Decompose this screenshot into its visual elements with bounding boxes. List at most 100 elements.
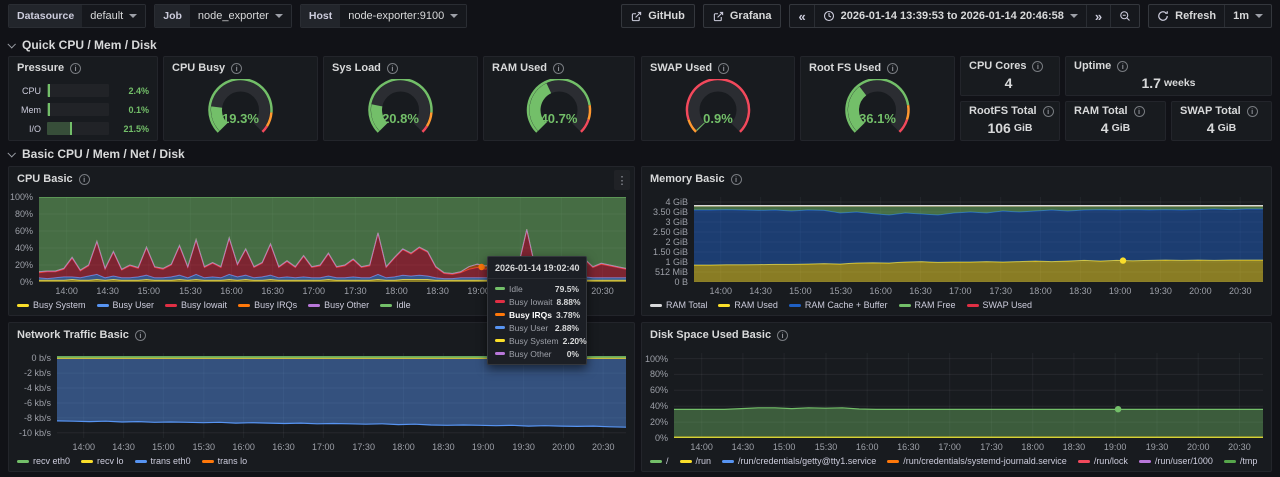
chevron-down-icon (7, 40, 15, 48)
panel-cpu-cores: CPU Coresi 4 (960, 56, 1060, 96)
x-axis-tick-label: 15:30 (821, 286, 861, 296)
legend-item[interactable]: RAM Used (718, 300, 778, 310)
legend-item[interactable]: RAM Cache + Buffer (789, 300, 888, 310)
legend-label: RAM Free (915, 300, 956, 310)
chevron-down-icon (1070, 14, 1078, 18)
variable-value-dropdown[interactable]: default (82, 5, 145, 27)
info-icon[interactable]: i (79, 174, 90, 185)
refresh-interval-dropdown[interactable]: 1m (1224, 5, 1271, 27)
legend-item[interactable]: RAM Total (650, 300, 707, 310)
pressure-row: Mem0.1% (13, 100, 149, 119)
legend-item[interactable]: Busy User (97, 300, 155, 310)
info-icon[interactable]: i (777, 330, 788, 341)
info-icon[interactable]: i (387, 63, 398, 74)
refresh-group: Refresh 1m (1148, 4, 1272, 28)
y-axis-tick-label: 60% (642, 385, 668, 395)
refresh-button[interactable]: Refresh (1149, 5, 1224, 27)
legend-item[interactable]: RAM Free (899, 300, 956, 310)
gauge-graphic: 0.9% (642, 79, 794, 140)
legend-label: trans eth0 (151, 456, 191, 466)
chart-legend: / /run/run/credentials/getty@tty1.service… (650, 456, 1267, 466)
legend-item[interactable]: /run/credentials/systemd-journald.servic… (887, 456, 1067, 466)
info-icon[interactable]: i (553, 63, 564, 74)
github-link-button[interactable]: GitHub (621, 4, 695, 28)
info-icon[interactable]: i (1134, 106, 1145, 117)
legend-label: Busy IRQs (254, 300, 297, 310)
info-icon[interactable]: i (70, 63, 81, 74)
tooltip-series-label: Busy System (509, 336, 559, 346)
legend-swatch (1078, 460, 1090, 463)
dashboard-topbar: Datasource default Job node_exporter Hos… (0, 0, 1280, 32)
chart-plot[interactable] (674, 353, 1263, 438)
legend-item[interactable]: Idle (380, 300, 411, 310)
legend-item[interactable]: trans eth0 (135, 456, 191, 466)
legend-item[interactable]: SWAP Used (967, 300, 1033, 310)
info-icon[interactable]: i (1117, 61, 1128, 72)
info-icon[interactable]: i (135, 330, 146, 341)
panel-menu-icon[interactable]: ⋮ (614, 170, 630, 190)
legend-item[interactable]: Busy Iowait (165, 300, 227, 310)
x-axis-tick-label: 14:00 (64, 442, 104, 452)
legend-item[interactable]: Busy IRQs (238, 300, 297, 310)
legend-item[interactable]: /tmp (1224, 456, 1258, 466)
time-shift-back-button[interactable]: « (790, 5, 813, 27)
x-axis-tick-label: 14:30 (723, 442, 763, 452)
info-icon[interactable]: i (1247, 106, 1258, 117)
tooltip-series-swatch (495, 326, 505, 329)
legend-item[interactable]: trans lo (202, 456, 248, 466)
x-axis-tick-label: 14:00 (47, 286, 87, 296)
external-link-icon (631, 11, 642, 22)
svg-text:20.8%: 20.8% (382, 111, 419, 126)
chart-hover-tooltip: 2026-01-14 19:02:40 Idle79.5%Busy Iowait… (487, 256, 587, 365)
variable-value-dropdown[interactable]: node-exporter:9100 (340, 5, 466, 27)
time-shift-forward-button[interactable]: » (1086, 5, 1110, 27)
variable-datasource[interactable]: Datasource default (8, 4, 146, 28)
variable-job[interactable]: Job node_exporter (154, 4, 292, 28)
legend-item[interactable]: recv lo (81, 456, 124, 466)
x-axis-tick-label: 18:30 (1060, 286, 1100, 296)
info-icon[interactable]: i (718, 63, 729, 74)
x-axis-tick-label: 18:30 (1054, 442, 1094, 452)
legend-item[interactable]: recv eth0 (17, 456, 70, 466)
panel-pressure: Pressure i CPU2.4%Mem0.1%I/O21.5% (8, 56, 158, 141)
zoom-out-time-button[interactable] (1110, 5, 1139, 27)
tooltip-series-label: Busy IRQs (509, 310, 552, 320)
legend-swatch (680, 460, 692, 463)
time-range-text: 2026-01-14 13:39:53 to 2026-01-14 20:46:… (841, 10, 1064, 22)
grafana-link-button[interactable]: Grafana (703, 4, 782, 28)
y-axis-tick-label: 20% (642, 417, 668, 427)
legend-item[interactable]: Busy System (17, 300, 86, 310)
legend-item[interactable]: /run/credentials/getty@tty1.service (722, 456, 876, 466)
y-axis-tick-label: 80% (9, 209, 33, 219)
info-icon[interactable]: i (731, 174, 742, 185)
stat-value: 4 (1207, 120, 1215, 136)
gauge-graphic: 40.7% (484, 79, 634, 140)
legend-swatch (789, 304, 801, 307)
time-range-picker[interactable]: 2026-01-14 13:39:53 to 2026-01-14 20:46:… (814, 5, 1086, 27)
info-icon[interactable]: i (1032, 61, 1043, 72)
legend-item[interactable]: /run (680, 456, 712, 466)
variable-value-dropdown[interactable]: node_exporter (190, 5, 291, 27)
legend-item[interactable]: / (650, 456, 669, 466)
panel-title: SWAP Used (650, 62, 712, 74)
section-basic-cpu-mem-net-disk[interactable]: Basic CPU / Mem / Net / Disk (8, 147, 185, 161)
legend-item[interactable]: /run/user/1000 (1139, 456, 1213, 466)
chart-plot[interactable] (694, 197, 1263, 282)
legend-swatch (722, 460, 734, 463)
panel-title: CPU Basic (17, 173, 73, 185)
info-icon[interactable]: i (1043, 106, 1054, 117)
section-quick-cpu-mem-disk[interactable]: Quick CPU / Mem / Disk (8, 38, 157, 52)
legend-swatch (165, 304, 177, 307)
chart-plot[interactable] (57, 353, 626, 438)
legend-item[interactable]: /run/lock (1078, 456, 1128, 466)
pressure-row-label: I/O (13, 124, 41, 134)
x-axis-tick-label: 16:30 (888, 442, 928, 452)
legend-item[interactable]: Busy Other (308, 300, 369, 310)
info-icon[interactable]: i (887, 63, 898, 74)
variable-host[interactable]: Host node-exporter:9100 (300, 4, 467, 28)
x-axis-tick-label: 20:00 (1178, 442, 1218, 452)
info-icon[interactable]: i (231, 63, 242, 74)
stat-value: 4 (1005, 75, 1013, 91)
x-axis-tick-label: 20:30 (583, 286, 623, 296)
x-axis-tick-label: 19:00 (463, 442, 503, 452)
